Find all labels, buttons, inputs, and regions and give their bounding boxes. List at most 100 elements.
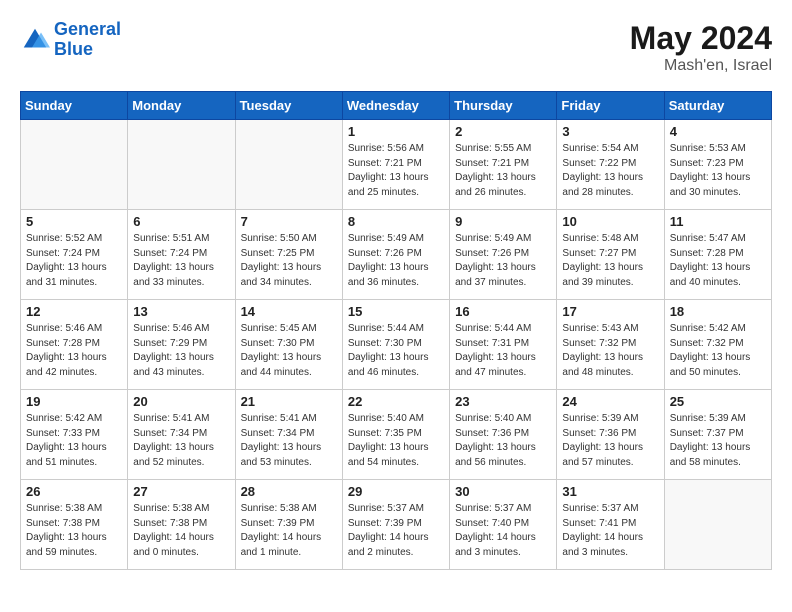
day-number: 29 bbox=[348, 484, 444, 499]
logo-line2: Blue bbox=[54, 39, 93, 59]
cell-info: Sunrise: 5:39 AMSunset: 7:37 PMDaylight:… bbox=[670, 412, 766, 470]
calendar-cell: 30 Sunrise: 5:37 AMSunset: 7:40 PMDayligh… bbox=[450, 480, 557, 570]
cell-info: Sunrise: 5:48 AMSunset: 7:27 PMDaylight:… bbox=[562, 232, 658, 290]
cell-info: Sunrise: 5:44 AMSunset: 7:30 PMDaylight:… bbox=[348, 322, 444, 380]
day-header-tuesday: Tuesday bbox=[235, 92, 342, 120]
day-header-saturday: Saturday bbox=[664, 92, 771, 120]
calendar-cell: 28Sunrise: 5:38 AMSunset: 7:39 PMDayligh… bbox=[235, 480, 342, 570]
cell-info: Sunrise: 5:38 AMSunset: 7:38 PMDaylight:… bbox=[133, 502, 229, 560]
week-row-1: 1Sunrise: 5:56 AMSunset: 7:21 PMDaylight… bbox=[21, 120, 772, 210]
cell-info: Sunrise: 5:40 AMSunset: 7:36 PMDaylight:… bbox=[455, 412, 551, 470]
cell-info: Sunrise: 5:44 AMSunset: 7:31 PMDaylight:… bbox=[455, 322, 551, 380]
cell-info: Sunrise: 5:38 AMSunset: 7:38 PMDaylight:… bbox=[26, 502, 122, 560]
calendar-cell: 22 Sunrise: 5:40 AMSunset: 7:35 PMDayligh… bbox=[342, 390, 449, 480]
calendar-cell: 8 Sunrise: 5:49 AMSunset: 7:26 PMDaylight… bbox=[342, 210, 449, 300]
calendar-cell: 24Sunrise: 5:39 AMSunset: 7:36 PMDayligh… bbox=[557, 390, 664, 480]
calendar-cell: 17 Sunrise: 5:43 AMSunset: 7:32 PMDayligh… bbox=[557, 300, 664, 390]
cell-info: Sunrise: 5:37 AMSunset: 7:40 PMDaylight:… bbox=[455, 502, 551, 560]
day-number: 22 bbox=[348, 394, 444, 409]
day-number: 19 bbox=[26, 394, 122, 409]
cell-info: Sunrise: 5:49 AMSunset: 7:26 PMDaylight:… bbox=[348, 232, 444, 290]
day-number: 18 bbox=[670, 304, 766, 319]
cell-info: Sunrise: 5:49 AMSunset: 7:26 PMDaylight:… bbox=[455, 232, 551, 290]
month-year: May 2024 bbox=[630, 20, 772, 57]
week-row-3: 12Sunrise: 5:46 AMSunset: 7:28 PMDayligh… bbox=[21, 300, 772, 390]
week-row-5: 26Sunrise: 5:38 AMSunset: 7:38 PMDayligh… bbox=[21, 480, 772, 570]
day-number: 3 bbox=[562, 124, 658, 139]
day-number: 14 bbox=[241, 304, 337, 319]
calendar-cell: 2 Sunrise: 5:55 AMSunset: 7:21 PMDaylight… bbox=[450, 120, 557, 210]
day-number: 27 bbox=[133, 484, 229, 499]
location: Mash'en, Israel bbox=[630, 57, 772, 75]
cell-info: Sunrise: 5:53 AMSunset: 7:23 PMDaylight:… bbox=[670, 142, 766, 200]
calendar-cell: 31 Sunrise: 5:37 AMSunset: 7:41 PMDayligh… bbox=[557, 480, 664, 570]
cell-info: Sunrise: 5:52 AMSunset: 7:24 PMDaylight:… bbox=[26, 232, 122, 290]
calendar-cell bbox=[664, 480, 771, 570]
week-row-4: 19Sunrise: 5:42 AMSunset: 7:33 PMDayligh… bbox=[21, 390, 772, 480]
cell-info: Sunrise: 5:46 AMSunset: 7:29 PMDaylight:… bbox=[133, 322, 229, 380]
title-block: May 2024 Mash'en, Israel bbox=[630, 20, 772, 75]
calendar-cell: 12Sunrise: 5:46 AMSunset: 7:28 PMDayligh… bbox=[21, 300, 128, 390]
calendar-cell: 9 Sunrise: 5:49 AMSunset: 7:26 PMDaylight… bbox=[450, 210, 557, 300]
calendar-cell: 20Sunrise: 5:41 AMSunset: 7:34 PMDayligh… bbox=[128, 390, 235, 480]
calendar-cell: 19Sunrise: 5:42 AMSunset: 7:33 PMDayligh… bbox=[21, 390, 128, 480]
calendar-body: 1Sunrise: 5:56 AMSunset: 7:21 PMDaylight… bbox=[21, 120, 772, 570]
day-number: 1 bbox=[348, 124, 444, 139]
cell-info: Sunrise: 5:40 AMSunset: 7:35 PMDaylight:… bbox=[348, 412, 444, 470]
day-number: 24 bbox=[562, 394, 658, 409]
calendar-cell: 18 Sunrise: 5:42 AMSunset: 7:32 PMDayligh… bbox=[664, 300, 771, 390]
calendar-cell: 6 Sunrise: 5:51 AMSunset: 7:24 PMDaylight… bbox=[128, 210, 235, 300]
cell-info: Sunrise: 5:37 AMSunset: 7:39 PMDaylight:… bbox=[348, 502, 444, 560]
day-header-sunday: Sunday bbox=[21, 92, 128, 120]
day-header-friday: Friday bbox=[557, 92, 664, 120]
calendar-cell: 7 Sunrise: 5:50 AMSunset: 7:25 PMDaylight… bbox=[235, 210, 342, 300]
calendar-cell: 23Sunrise: 5:40 AMSunset: 7:36 PMDayligh… bbox=[450, 390, 557, 480]
day-number: 13 bbox=[133, 304, 229, 319]
calendar-cell: 5 Sunrise: 5:52 AMSunset: 7:24 PMDaylight… bbox=[21, 210, 128, 300]
calendar-cell: 11 Sunrise: 5:47 AMSunset: 7:28 PMDayligh… bbox=[664, 210, 771, 300]
day-number: 6 bbox=[133, 214, 229, 229]
day-number: 17 bbox=[562, 304, 658, 319]
day-number: 4 bbox=[670, 124, 766, 139]
calendar-cell: 26Sunrise: 5:38 AMSunset: 7:38 PMDayligh… bbox=[21, 480, 128, 570]
calendar-cell: 29 Sunrise: 5:37 AMSunset: 7:39 PMDayligh… bbox=[342, 480, 449, 570]
page-header: General Blue May 2024 Mash'en, Israel bbox=[20, 20, 772, 75]
calendar-cell: 1Sunrise: 5:56 AMSunset: 7:21 PMDaylight… bbox=[342, 120, 449, 210]
day-number: 31 bbox=[562, 484, 658, 499]
day-number: 30 bbox=[455, 484, 551, 499]
calendar-cell bbox=[128, 120, 235, 210]
cell-info: Sunrise: 5:41 AMSunset: 7:34 PMDaylight:… bbox=[133, 412, 229, 470]
calendar-cell: 13 Sunrise: 5:46 AMSunset: 7:29 PMDayligh… bbox=[128, 300, 235, 390]
week-row-2: 5 Sunrise: 5:52 AMSunset: 7:24 PMDaylight… bbox=[21, 210, 772, 300]
calendar-cell: 21Sunrise: 5:41 AMSunset: 7:34 PMDayligh… bbox=[235, 390, 342, 480]
calendar-cell bbox=[235, 120, 342, 210]
cell-info: Sunrise: 5:51 AMSunset: 7:24 PMDaylight:… bbox=[133, 232, 229, 290]
cell-info: Sunrise: 5:43 AMSunset: 7:32 PMDaylight:… bbox=[562, 322, 658, 380]
logo-text: General Blue bbox=[54, 20, 121, 60]
day-number: 11 bbox=[670, 214, 766, 229]
logo-line1: General bbox=[54, 19, 121, 39]
day-number: 9 bbox=[455, 214, 551, 229]
cell-info: Sunrise: 5:42 AMSunset: 7:32 PMDaylight:… bbox=[670, 322, 766, 380]
cell-info: Sunrise: 5:37 AMSunset: 7:41 PMDaylight:… bbox=[562, 502, 658, 560]
day-number: 2 bbox=[455, 124, 551, 139]
day-number: 12 bbox=[26, 304, 122, 319]
day-number: 25 bbox=[670, 394, 766, 409]
calendar-table: SundayMondayTuesdayWednesdayThursdayFrid… bbox=[20, 91, 772, 570]
calendar-cell: 14Sunrise: 5:45 AMSunset: 7:30 PMDayligh… bbox=[235, 300, 342, 390]
calendar-cell: 27 Sunrise: 5:38 AMSunset: 7:38 PMDayligh… bbox=[128, 480, 235, 570]
cell-info: Sunrise: 5:55 AMSunset: 7:21 PMDaylight:… bbox=[455, 142, 551, 200]
day-number: 7 bbox=[241, 214, 337, 229]
day-header-monday: Monday bbox=[128, 92, 235, 120]
day-header-thursday: Thursday bbox=[450, 92, 557, 120]
logo: General Blue bbox=[20, 20, 121, 60]
day-number: 5 bbox=[26, 214, 122, 229]
logo-icon bbox=[20, 25, 50, 55]
calendar-cell: 16 Sunrise: 5:44 AMSunset: 7:31 PMDayligh… bbox=[450, 300, 557, 390]
calendar-cell: 10Sunrise: 5:48 AMSunset: 7:27 PMDayligh… bbox=[557, 210, 664, 300]
calendar-cell: 15Sunrise: 5:44 AMSunset: 7:30 PMDayligh… bbox=[342, 300, 449, 390]
cell-info: Sunrise: 5:47 AMSunset: 7:28 PMDaylight:… bbox=[670, 232, 766, 290]
day-number: 16 bbox=[455, 304, 551, 319]
cell-info: Sunrise: 5:50 AMSunset: 7:25 PMDaylight:… bbox=[241, 232, 337, 290]
day-number: 8 bbox=[348, 214, 444, 229]
